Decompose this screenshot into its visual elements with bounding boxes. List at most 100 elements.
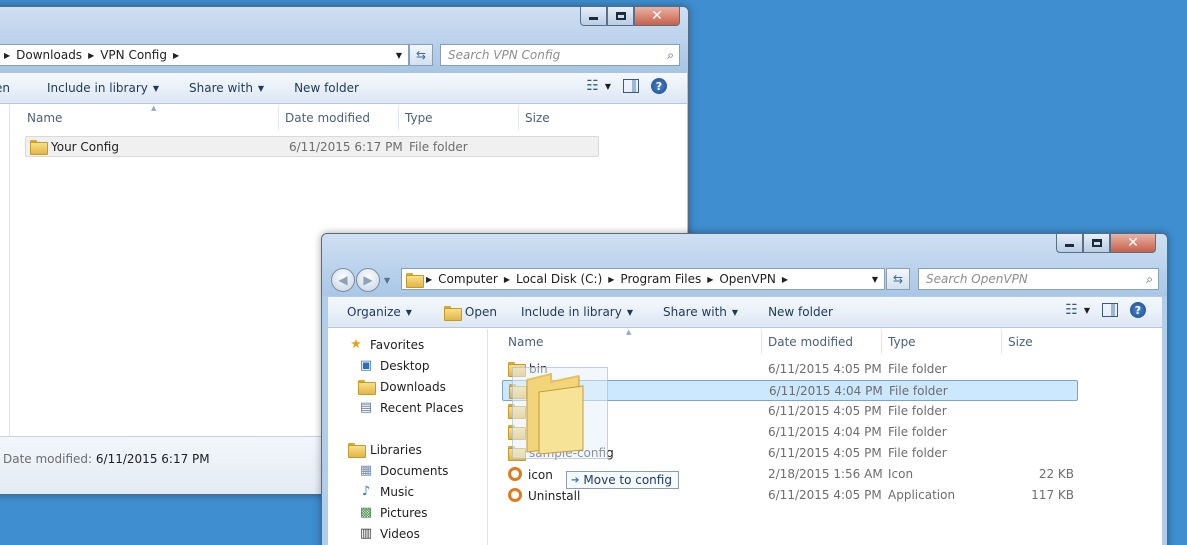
open-label: Open [464,305,497,319]
list-item[interactable]: Your Config 6/11/2015 6:17 PM File folde… [25,136,599,157]
help-icon[interactable]: ? [651,78,667,94]
share-with-label: Share with [189,81,253,95]
change-view-icon[interactable]: ☷ [1065,302,1078,318]
view-dropdown-icon[interactable]: ▼ [605,82,611,91]
openvpn-icon [508,467,522,481]
column-header-name[interactable]: Name [502,330,762,354]
breadcrumb-vpn-config[interactable]: VPN Config [96,48,171,62]
column-header-date-modified[interactable]: Date modified [762,330,882,354]
column-header-size[interactable]: Size [1002,330,1082,354]
type-cell: File folder [409,140,468,154]
search-input[interactable]: Search VPN Config ⌕ [440,44,680,66]
type-cell: File folder [888,404,947,418]
nav-libraries[interactable]: Libraries [348,439,422,460]
column-header-type[interactable]: Type [882,330,1002,354]
nav-label: Videos [380,526,420,541]
minimize-button[interactable] [1056,234,1083,253]
nav-videos[interactable]: ▥ Videos [358,523,420,544]
breadcrumb-separator-icon: ▶ [707,274,714,284]
organize-button[interactable]: Organize ▼ [338,305,421,319]
column-header-row: ▲ Name Date modified Type Size [502,328,1162,354]
include-in-library-button[interactable]: Include in library ▼ [38,81,168,95]
star-icon: ★ [350,337,362,352]
open-folder-icon [443,305,462,321]
open-button[interactable]: en [0,81,19,95]
breadcrumb-program-files[interactable]: Program Files [616,272,705,286]
type-cell: Application [888,488,956,502]
navigation-pane-edge [0,105,10,436]
file-name-cell: Uninstall [508,488,580,503]
type-cell: File folder [889,384,948,398]
downloads-icon [358,379,376,395]
address-bar[interactable]: ▶ Computer ▶ Local Disk (C:) ▶ Program F… [401,268,885,290]
change-view-icon[interactable]: ☷ [586,78,599,94]
view-controls: ☷ ▼ ? [586,78,667,94]
nav-pictures[interactable]: ▩ Pictures [358,502,428,523]
refresh-button[interactable]: ⇆ [886,268,910,290]
column-header-row: ▲ Name Date modified Type Size [21,104,661,130]
breadcrumb-local-disk[interactable]: Local Disk (C:) [512,272,606,286]
navigation-pane: ★ Favorites ▣ Desktop Downloads ▤ Recent Pl… [328,329,488,545]
close-button[interactable]: ✕ [634,7,680,26]
include-in-library-button[interactable]: Include in library ▼ [512,305,642,319]
minimize-button[interactable] [580,7,607,26]
file-name: icon [528,468,553,482]
nav-label: Pictures [380,505,428,520]
pictures-icon: ▩ [359,505,373,520]
share-with-button[interactable]: Share with ▼ [654,305,747,319]
view-dropdown-icon[interactable]: ▼ [1084,306,1090,315]
date-modified-cell: 6/11/2015 6:17 PM [289,140,403,154]
new-folder-button[interactable]: New folder [759,305,842,319]
drag-preview [512,367,608,459]
column-header-date-modified[interactable]: Date modified [279,106,399,130]
minimize-icon [1065,244,1074,247]
maximize-button[interactable] [607,7,634,26]
breadcrumb-computer[interactable]: Computer [434,272,502,286]
breadcrumb-separator-icon: ▶ [503,274,510,284]
libraries-icon [348,442,366,458]
nav-downloads[interactable]: Downloads [358,376,446,397]
nav-documents[interactable]: ▦ Documents [358,460,449,481]
videos-icon: ▥ [359,526,373,541]
breadcrumb-openvpn[interactable]: OpenVPN [715,272,779,286]
nav-label: Downloads [380,379,446,394]
address-dropdown-icon[interactable]: ▼ [390,45,408,65]
open-button[interactable]: Open [435,305,506,321]
close-button[interactable]: ✕ [1110,234,1156,253]
back-arrow-icon: ◀ [338,273,348,287]
refresh-button[interactable]: ⇆ [409,44,433,66]
date-modified-cell: 6/11/2015 4:04 PM [769,384,883,398]
breadcrumb-downloads[interactable]: Downloads [12,48,86,62]
maximize-button[interactable] [1083,234,1110,253]
nav-desktop[interactable]: ▣ Desktop [358,355,430,376]
nav-favorites[interactable]: ★ Favorites [348,334,424,355]
maximize-icon [1091,239,1102,247]
share-with-button[interactable]: Share with ▼ [180,81,273,95]
refresh-icon: ⇆ [415,48,427,62]
back-button[interactable]: ◀ [331,268,355,292]
preview-pane-icon[interactable] [623,79,639,93]
dragged-folder-icon [526,372,584,454]
address-dropdown-icon[interactable]: ▼ [866,269,884,289]
preview-pane-icon[interactable] [1102,303,1118,317]
column-header-type[interactable]: Type [399,106,519,130]
forward-button[interactable]: ▶ [356,268,380,292]
search-input[interactable]: Search OpenVPN ⌕ [918,268,1159,290]
drag-tooltip: ➔ Move to config [566,471,679,489]
column-header-name[interactable]: Name [21,106,279,130]
address-bar[interactable]: ▶ Downloads ▶ VPN Config ▶ ▼ [0,44,409,66]
column-header-size[interactable]: Size [519,106,619,130]
new-folder-button[interactable]: New folder [285,81,368,95]
nav-music[interactable]: ♪ Music [358,481,414,502]
recent-pages-icon[interactable]: ▼ [384,276,390,285]
drag-tooltip-text: Move to config [583,473,672,487]
date-modified-cell: 6/11/2015 4:05 PM [768,362,882,376]
file-name: Your Config [51,140,119,154]
nav-label: Music [380,484,415,499]
caption-buttons: ✕ [1056,234,1156,253]
nav-recent-places[interactable]: ▤ Recent Places [358,397,464,418]
help-icon[interactable]: ? [1130,302,1146,318]
folder-icon [406,272,424,288]
details-label: Date modified: [3,452,93,466]
organize-label: Organize [347,305,401,319]
